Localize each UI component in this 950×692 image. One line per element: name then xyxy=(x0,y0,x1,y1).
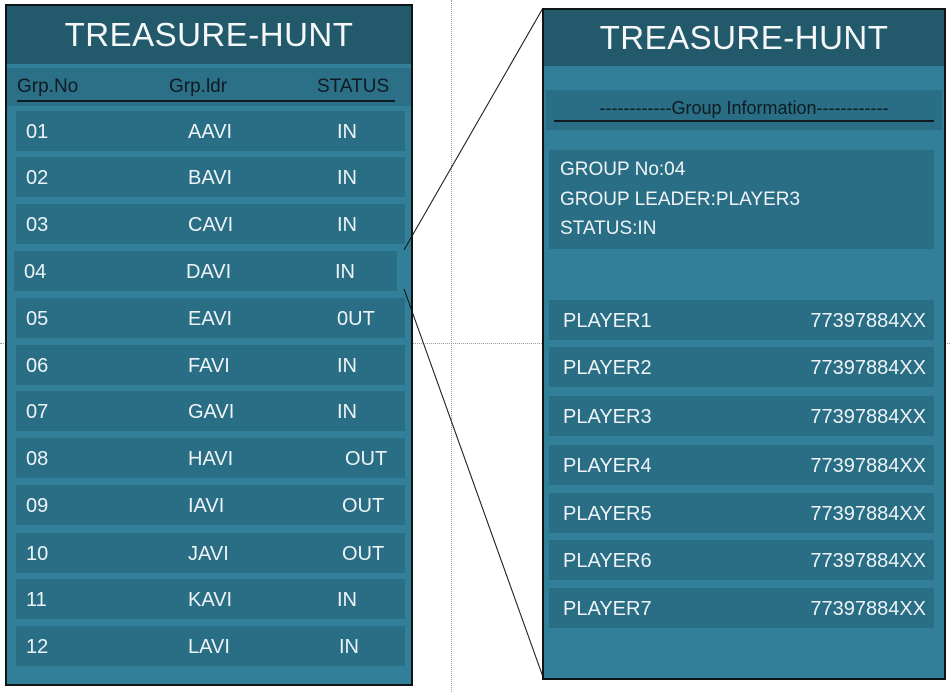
group-number-label: GROUP No:04 xyxy=(560,159,686,180)
player-name: PLAYER5 xyxy=(563,503,652,525)
player-phone: 77397884XX xyxy=(810,310,926,332)
player-row-4[interactable]: PLAYER4 77397884XX xyxy=(549,445,934,485)
group-leader: GAVI xyxy=(188,401,235,423)
group-status-label: STATUS:IN xyxy=(560,218,657,239)
group-leader-label: GROUP LEADER:PLAYER3 xyxy=(560,189,801,210)
player-row-2[interactable]: PLAYER2 77397884XX xyxy=(549,347,934,387)
vertical-guide-line xyxy=(451,0,452,692)
group-number: 03 xyxy=(26,214,49,236)
group-leader: DAVI xyxy=(186,261,232,283)
group-number: 04 xyxy=(24,261,47,283)
column-header-row: Grp.No Grp.ldr STATUS xyxy=(7,68,411,106)
group-number: 06 xyxy=(26,355,49,377)
group-row-05[interactable]: 05 EAVI 0UT xyxy=(16,298,405,338)
column-header-status: STATUS xyxy=(317,76,390,97)
group-leader: JAVI xyxy=(188,543,229,565)
group-detail-screen: TREASURE-HUNT ------------Group Informat… xyxy=(542,8,946,680)
group-information-label: ------------Group Information-----------… xyxy=(554,98,934,122)
group-row-09[interactable]: 09 IAVI OUT xyxy=(16,485,405,525)
group-leader: EAVI xyxy=(188,308,233,330)
group-row-03[interactable]: 03 CAVI IN xyxy=(16,204,405,244)
player-row-7[interactable]: PLAYER7 77397884XX xyxy=(549,588,934,628)
group-leader: FAVI xyxy=(188,355,230,377)
player-row-5[interactable]: PLAYER5 77397884XX xyxy=(549,493,934,533)
group-leader: KAVI xyxy=(188,589,233,611)
player-row-3[interactable]: PLAYER3 77397884XX xyxy=(549,396,934,436)
player-name: PLAYER7 xyxy=(563,598,652,620)
player-name: PLAYER2 xyxy=(563,357,652,379)
player-row-1[interactable]: PLAYER1 77397884XX xyxy=(549,300,934,340)
group-row-12[interactable]: 12 LAVI IN xyxy=(16,626,405,666)
group-number: 10 xyxy=(26,543,49,565)
group-leader: HAVI xyxy=(188,448,234,470)
group-row-07[interactable]: 07 GAVI IN xyxy=(16,391,405,431)
group-number: 12 xyxy=(26,636,49,658)
group-number: 07 xyxy=(26,401,49,423)
connector-line-top xyxy=(403,7,544,251)
group-number: 09 xyxy=(26,495,49,517)
group-status: IN xyxy=(337,121,357,143)
player-phone: 77397884XX xyxy=(810,503,926,525)
group-status: IN xyxy=(337,167,357,189)
group-leader: AAVI xyxy=(188,121,233,143)
group-details: GROUP No:04 GROUP LEADER:PLAYER3 STATUS:… xyxy=(549,150,934,249)
group-row-04-selected[interactable]: 04 DAVI IN xyxy=(14,251,397,291)
group-row-01[interactable]: 01 AAVI IN xyxy=(16,111,405,151)
player-name: PLAYER1 xyxy=(563,310,652,332)
group-leader: IAVI xyxy=(188,495,225,517)
app-title: TREASURE-HUNT xyxy=(544,10,944,66)
player-phone: 77397884XX xyxy=(810,455,926,477)
player-name: PLAYER6 xyxy=(563,550,652,572)
app-title: TREASURE-HUNT xyxy=(7,6,411,64)
column-header-grp-no: Grp.No xyxy=(17,76,79,97)
group-leader: BAVI xyxy=(188,167,233,189)
group-information-header: ------------Group Information-----------… xyxy=(546,90,942,130)
player-name: PLAYER4 xyxy=(563,455,652,477)
group-row-11[interactable]: 11 KAVI IN xyxy=(16,579,405,619)
player-phone: 77397884XX xyxy=(810,598,926,620)
group-status: OUT xyxy=(342,543,385,565)
group-status: IN xyxy=(335,261,355,283)
group-number: 02 xyxy=(26,167,49,189)
group-status: IN xyxy=(337,401,357,423)
group-number: 05 xyxy=(26,308,49,330)
group-leader: LAVI xyxy=(188,636,230,658)
group-number: 11 xyxy=(26,589,47,611)
group-status: OUT xyxy=(345,448,388,470)
group-status: 0UT xyxy=(337,308,375,330)
player-row-6[interactable]: PLAYER6 77397884XX xyxy=(549,540,934,580)
group-status: IN xyxy=(339,636,359,658)
group-row-10[interactable]: 10 JAVI OUT xyxy=(16,533,405,573)
column-header-grp-ldr: Grp.ldr xyxy=(169,76,228,97)
group-status: OUT xyxy=(342,495,385,517)
group-row-02[interactable]: 02 BAVI IN xyxy=(16,157,405,197)
group-number: 01 xyxy=(26,121,49,143)
group-status: IN xyxy=(337,214,357,236)
player-phone: 77397884XX xyxy=(810,550,926,572)
player-phone: 77397884XX xyxy=(810,357,926,379)
group-number: 08 xyxy=(26,448,49,470)
group-leader: CAVI xyxy=(188,214,234,236)
player-name: PLAYER3 xyxy=(563,406,652,428)
connector-line-bottom xyxy=(403,288,544,678)
group-status: IN xyxy=(337,355,357,377)
group-row-06[interactable]: 06 FAVI IN xyxy=(16,345,405,385)
header-underline xyxy=(17,100,395,102)
group-list-screen: TREASURE-HUNT Grp.No Grp.ldr STATUS 01 A… xyxy=(5,4,413,686)
player-phone: 77397884XX xyxy=(810,406,926,428)
group-status: IN xyxy=(337,589,357,611)
group-row-08[interactable]: 08 HAVI OUT xyxy=(16,438,405,478)
